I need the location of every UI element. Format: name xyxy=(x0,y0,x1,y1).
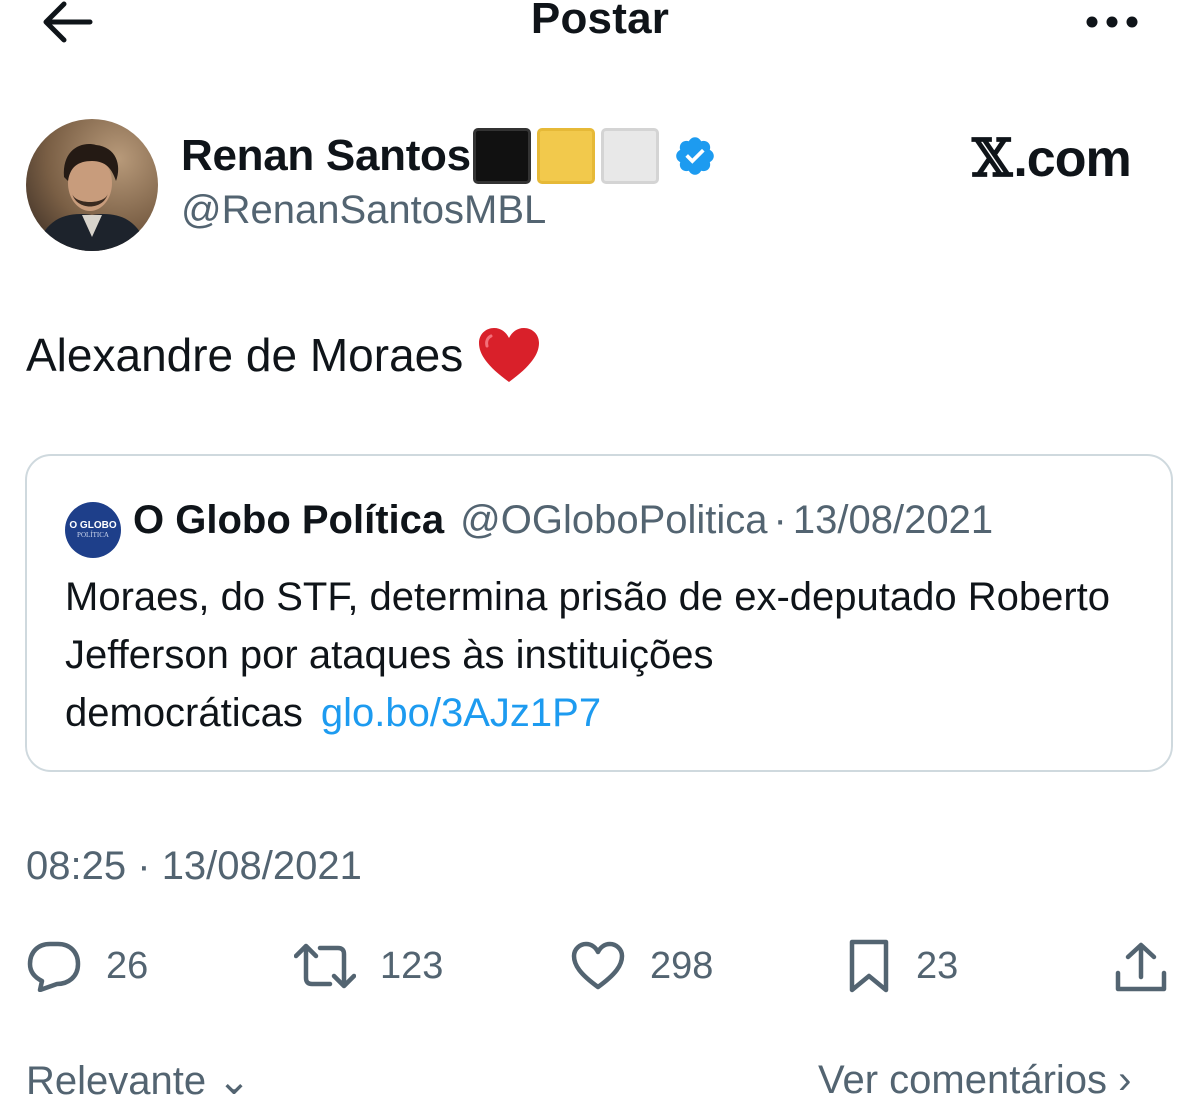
share-icon xyxy=(1115,942,1167,992)
like-button[interactable]: 298 xyxy=(570,936,713,996)
quote-avatar-line1: O GLOBO xyxy=(69,519,117,531)
bookmark-button[interactable]: 23 xyxy=(846,936,958,996)
tweet-text-content: Alexandre de Moraes xyxy=(26,329,464,381)
heart-icon xyxy=(571,941,625,990)
bookmark-count: 23 xyxy=(916,944,959,987)
chevron-down-icon: ⌄ xyxy=(217,1059,251,1103)
white-square-emoji xyxy=(600,128,659,184)
page-title: Postar xyxy=(530,0,670,43)
like-count: 298 xyxy=(650,944,714,987)
black-square-emoji xyxy=(472,128,531,184)
view-comments-link[interactable]: Ver comentários › xyxy=(818,1058,1131,1103)
quote-date: 13/08/2021 xyxy=(792,498,994,542)
quote-text: Moraes, do STF, determina prisão de ex-d… xyxy=(65,568,1145,742)
quote-author-handle[interactable]: @OGloboPolitica xyxy=(460,498,767,543)
chevron-right-icon: › xyxy=(1118,1058,1132,1102)
retweet-count: 123 xyxy=(380,944,444,987)
more-button[interactable] xyxy=(1082,8,1142,36)
tweet-text: Alexandre de Moraes xyxy=(26,326,541,384)
post-time-separator: · xyxy=(137,844,151,888)
author-name[interactable]: Renan Santos xyxy=(181,131,471,181)
sort-label: Relevante xyxy=(26,1059,207,1103)
reply-count: 26 xyxy=(106,944,149,987)
sort-dropdown[interactable]: Relevante ⌄ xyxy=(26,1058,251,1104)
source-badge: 𝕏 .com xyxy=(972,128,1132,189)
retweet-icon xyxy=(294,943,356,989)
avatar[interactable] xyxy=(26,119,158,251)
quote-separator: · xyxy=(773,498,787,542)
bookmark-icon xyxy=(849,939,889,993)
quote-avatar-line2: POLÍTICA xyxy=(77,530,109,539)
view-comments-label: Ver comentários xyxy=(818,1058,1108,1102)
post-time: 08:25 xyxy=(26,844,127,888)
quoted-post[interactable]: O GLOBO POLÍTICA O Globo Política @OGlob… xyxy=(25,454,1173,772)
reply-button[interactable]: 26 xyxy=(26,936,148,996)
yellow-square-emoji xyxy=(536,128,595,184)
x-logo: 𝕏 xyxy=(972,128,1012,189)
quote-author-name[interactable]: O Globo Política xyxy=(133,498,444,543)
reply-icon xyxy=(27,941,81,992)
author-handle[interactable]: @RenanSantosMBL xyxy=(181,188,546,233)
post-timestamp: 08:25 · 13/08/2021 xyxy=(26,844,362,889)
share-button[interactable] xyxy=(1114,938,1168,998)
author-name-row: Renan Santos xyxy=(181,126,717,186)
source-suffix: .com xyxy=(1013,129,1131,188)
profile-photo xyxy=(26,119,158,251)
quote-link[interactable]: glo.bo/3AJz1P7 xyxy=(321,691,601,735)
retweet-button[interactable]: 123 xyxy=(294,936,443,996)
quote-header: O Globo Política @OGloboPolitica · 13/08… xyxy=(133,498,993,543)
red-heart-emoji xyxy=(479,328,540,382)
quote-avatar[interactable]: O GLOBO POLÍTICA xyxy=(65,502,121,558)
more-horizontal-icon xyxy=(1086,16,1138,28)
verified-badge-icon xyxy=(676,137,714,175)
post-date: 13/08/2021 xyxy=(161,844,362,888)
